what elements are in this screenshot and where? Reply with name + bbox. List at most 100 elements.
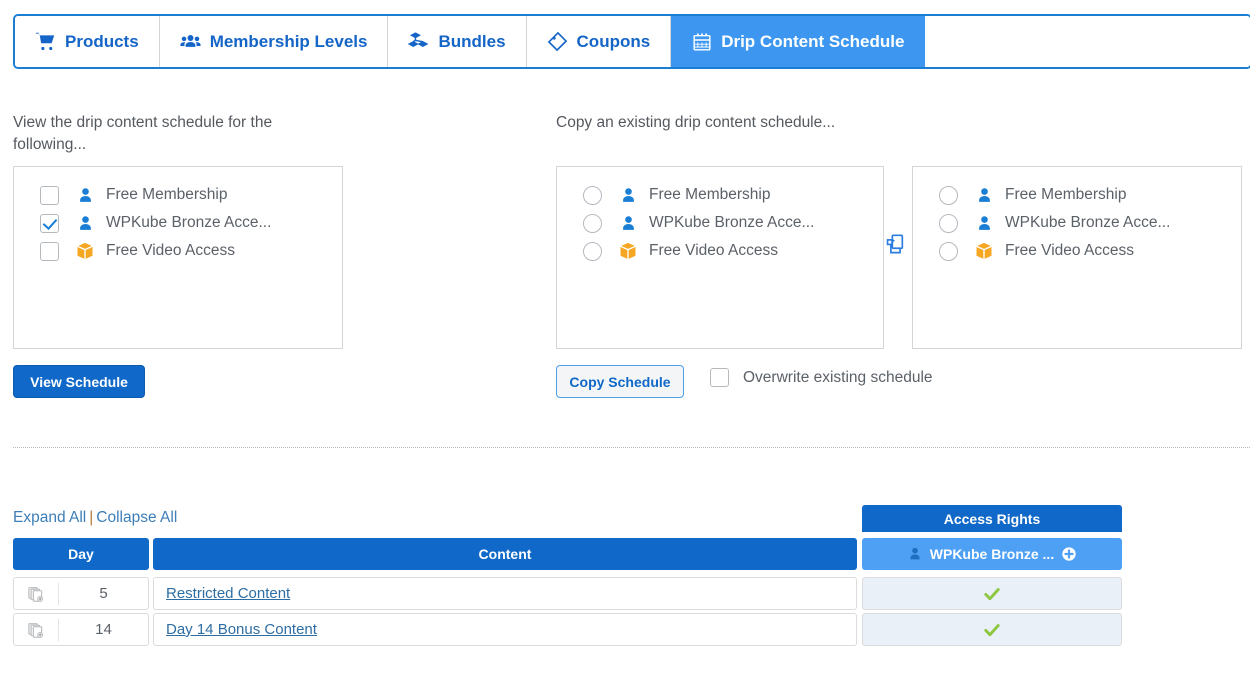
view-option-free-membership[interactable]: Free Membership (24, 181, 332, 209)
view-option-wpkube-bronze[interactable]: WPKube Bronze Acce... (24, 209, 332, 237)
duplicate-icon[interactable] (14, 582, 59, 605)
column-header-day[interactable]: Day (13, 538, 149, 570)
radio-cell (567, 213, 613, 233)
content-link[interactable]: Restricted Content (166, 585, 290, 602)
content-cell: Day 14 Bonus Content (153, 613, 857, 646)
tab-coupons[interactable]: Coupons (526, 16, 672, 67)
copy-target-option-wpkube-bronze[interactable]: WPKube Bronze Acce... (923, 209, 1231, 237)
option-label: WPKube Bronze Acce... (649, 214, 815, 231)
option-label: Free Video Access (649, 242, 778, 259)
link-separator: | (89, 509, 94, 526)
view-section-heading: View the drip content schedule for the f… (13, 114, 273, 153)
day-cell: 14 (13, 613, 149, 646)
radio-target-wpkube-bronze[interactable] (939, 213, 958, 233)
copy-to-icon[interactable] (884, 232, 909, 257)
tab-products[interactable]: Products (15, 16, 160, 67)
drip-content-schedule-page: Products Membership Levels Bundles Coupo… (0, 0, 1250, 698)
overwrite-existing-schedule-control[interactable]: Overwrite existing schedule (710, 368, 933, 387)
option-label: Free Membership (106, 186, 228, 203)
option-label: Free Membership (649, 186, 771, 203)
member-icon (969, 214, 999, 233)
copy-target-option-free-video-access[interactable]: Free Video Access (923, 237, 1231, 265)
radio-cell (567, 185, 613, 205)
admin-tab-bar: Products Membership Levels Bundles Coupo… (13, 14, 1250, 69)
copy-section-heading: Copy an existing drip content schedule..… (556, 114, 836, 131)
day-value: 14 (95, 621, 112, 638)
collapse-all-link[interactable]: Collapse All (96, 509, 177, 526)
tab-label: Coupons (576, 31, 651, 51)
option-label: WPKube Bronze Acce... (106, 214, 272, 231)
checkbox-wpkube-bronze[interactable] (40, 213, 59, 233)
check-icon (982, 620, 1002, 640)
checkbox-cell (24, 213, 70, 233)
day-cell: 5 (13, 577, 149, 610)
bundle-box-icon (969, 241, 999, 261)
view-levels-listbox[interactable]: Free Membership WPKube Bronze Acce... Fr… (13, 166, 343, 349)
copy-target-listbox[interactable]: Free Membership WPKube Bronze Acce... Fr… (912, 166, 1242, 349)
tab-label: Bundles (438, 31, 506, 51)
access-cell[interactable] (862, 577, 1122, 610)
expand-collapse-links: Expand All | Collapse All (13, 509, 177, 527)
column-header-label: WPKube Bronze ... (929, 546, 1055, 562)
column-header-content[interactable]: Content (153, 538, 857, 570)
radio-cell (923, 241, 969, 261)
tab-label: Products (65, 31, 139, 51)
tab-bar-filler (925, 16, 1250, 67)
view-schedule-button[interactable]: View Schedule (13, 365, 145, 398)
expand-all-link[interactable]: Expand All (13, 509, 86, 526)
radio-cell (923, 213, 969, 233)
copy-source-option-free-video-access[interactable]: Free Video Access (567, 237, 873, 265)
option-label: Free Video Access (1005, 242, 1134, 259)
view-option-free-video-access[interactable]: Free Video Access (24, 237, 332, 265)
option-label: Free Membership (1005, 186, 1127, 203)
checkbox-overwrite-existing[interactable] (710, 368, 729, 387)
copy-target-option-free-membership[interactable]: Free Membership (923, 181, 1231, 209)
content-cell: Restricted Content (153, 577, 857, 610)
radio-source-free-video-access[interactable] (583, 241, 602, 261)
tab-bundles[interactable]: Bundles (388, 16, 527, 67)
checkbox-free-membership[interactable] (40, 185, 59, 205)
bundle-box-icon (70, 241, 100, 261)
radio-cell (567, 241, 613, 261)
checkbox-cell (24, 185, 70, 205)
member-icon (70, 186, 100, 205)
tab-drip-content-schedule[interactable]: Drip Content Schedule (671, 16, 926, 67)
member-icon (613, 186, 643, 205)
checkbox-cell (24, 241, 70, 261)
calendar-icon (691, 31, 712, 52)
bundle-box-icon (613, 241, 643, 261)
overwrite-label: Overwrite existing schedule (743, 368, 933, 386)
tab-membership-levels[interactable]: Membership Levels (159, 16, 389, 67)
access-cell[interactable] (862, 613, 1122, 646)
duplicate-icon[interactable] (14, 618, 59, 641)
member-icon (613, 214, 643, 233)
option-label: Free Video Access (106, 242, 235, 259)
bundles-icon (408, 31, 429, 52)
copy-source-option-free-membership[interactable]: Free Membership (567, 181, 873, 209)
radio-cell (923, 185, 969, 205)
tab-label: Membership Levels (209, 31, 368, 51)
radio-source-wpkube-bronze[interactable] (583, 213, 602, 233)
option-label: WPKube Bronze Acce... (1005, 214, 1171, 231)
radio-target-free-membership[interactable] (939, 185, 958, 205)
add-level-icon[interactable] (1061, 546, 1077, 562)
coupon-icon (547, 31, 568, 52)
radio-target-free-video-access[interactable] (939, 241, 958, 261)
radio-source-free-membership[interactable] (583, 185, 602, 205)
cart-icon (35, 31, 56, 52)
member-icon (70, 214, 100, 233)
copy-schedule-button[interactable]: Copy Schedule (556, 365, 684, 398)
checkbox-free-video-access[interactable] (40, 241, 59, 261)
copy-source-listbox[interactable]: Free Membership WPKube Bronze Acce... Fr… (556, 166, 884, 349)
check-icon (982, 584, 1002, 604)
member-icon (907, 546, 923, 562)
tab-label: Drip Content Schedule (721, 31, 905, 51)
copy-source-option-wpkube-bronze[interactable]: WPKube Bronze Acce... (567, 209, 873, 237)
day-value: 5 (99, 585, 108, 602)
content-link[interactable]: Day 14 Bonus Content (166, 621, 317, 638)
column-header-wpkube-bronze[interactable]: WPKube Bronze ... (862, 538, 1122, 570)
section-divider (13, 447, 1250, 448)
access-rights-group-header: Access Rights (862, 505, 1122, 532)
member-icon (969, 186, 999, 205)
users-icon (180, 31, 201, 52)
